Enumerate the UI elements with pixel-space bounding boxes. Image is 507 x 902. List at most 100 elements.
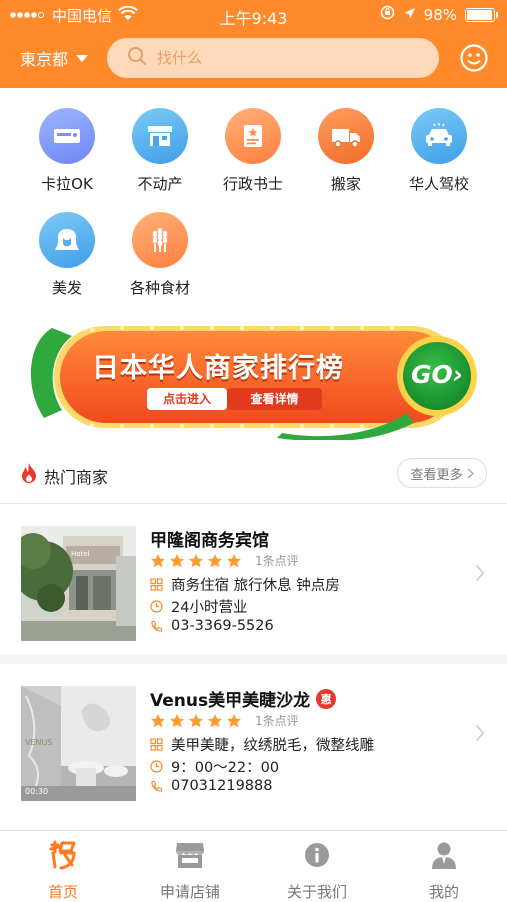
view-more-label: 查看更多 [410, 467, 463, 483]
category-admin-scrivener[interactable]: 行政书士 [208, 108, 298, 194]
status-right: 98% [380, 5, 498, 24]
fire-icon [20, 462, 38, 488]
category-label: 搬家 [330, 175, 361, 193]
bottom-tab-bar: 首页 申请店铺 关于我们 我的 [0, 830, 507, 902]
category-label: 华人驾校 [408, 175, 469, 193]
store-card[interactable]: VENUS 00:30 Venus美甲美睫沙龙 惠 1条点评 美甲美睫，纹绣脱毛… [0, 666, 507, 806]
category-label: 卡拉OK [41, 175, 93, 193]
category-karaoke[interactable]: 卡拉OK [22, 108, 112, 194]
hot-merchants-header: 热门商家 查看更多 [0, 450, 507, 496]
store-phone[interactable]: 03-3369-5526 [150, 618, 274, 634]
hot-merchants-title: 热门商家 [44, 468, 109, 487]
store-name-text: 甲隆阁商务宾馆 [150, 531, 269, 551]
shop-icon [127, 839, 253, 871]
smiley-service-button[interactable] [459, 43, 489, 73]
banner-go-button[interactable]: GO› [403, 360, 471, 389]
search-input[interactable] [157, 49, 397, 67]
store-phone-text: 07031219888 [171, 778, 273, 794]
star-icon [189, 713, 203, 727]
truck-icon [318, 108, 374, 164]
discount-badge: 惠 [316, 688, 337, 709]
star-icon [227, 713, 241, 727]
phone-icon [151, 620, 163, 632]
store-photo: Hotel [21, 526, 136, 641]
tab-profile[interactable]: 我的 [381, 839, 507, 902]
star-icon [208, 553, 222, 567]
banner-title: 日本华人商家排行榜 [92, 353, 344, 384]
banner-enter-button[interactable]: 点击进入 [147, 390, 227, 407]
star-icon [227, 553, 241, 567]
store-hours: 9：00～22：00 [150, 756, 279, 777]
city-selector[interactable]: 東京都 [20, 46, 89, 70]
chevron-right-icon [467, 468, 474, 478]
tab-label: 我的 [428, 883, 459, 901]
store-tags: 商务住宿 旅行休息 钟点房 [150, 574, 340, 595]
review-count: 1条点评 [255, 554, 299, 568]
rating-stars: 1条点评 [150, 552, 299, 569]
category-real-estate[interactable]: 不动产 [115, 108, 205, 194]
star-icon [170, 713, 184, 727]
hair-icon [39, 212, 95, 268]
category-moving[interactable]: 搬家 [301, 108, 391, 194]
rating-stars: 1条点评 [150, 712, 299, 729]
clock-icon [150, 600, 163, 613]
category-label: 行政书士 [222, 175, 283, 193]
store-phone-text: 03-3369-5526 [171, 618, 274, 634]
section-divider [0, 503, 507, 504]
status-bar: 中国电信 上午9:43 98% [0, 0, 507, 30]
tab-home[interactable]: 首页 [0, 839, 126, 902]
car-icon [411, 108, 467, 164]
tab-label: 关于我们 [286, 883, 347, 901]
review-count: 1条点评 [255, 714, 299, 728]
phone-icon [151, 780, 163, 792]
chevron-right-icon [475, 564, 485, 582]
store-hours-text: 24小时营业 [171, 600, 248, 616]
store-photo: VENUS 00:30 [21, 686, 136, 801]
rotation-lock-icon [380, 5, 395, 24]
category-food[interactable]: 各种食材 [115, 212, 205, 298]
star-icon [208, 713, 222, 727]
chevron-right-icon [475, 724, 485, 742]
store-card[interactable]: Hotel 甲隆阁商务宾馆 1条点评 商务住宿 旅行休息 钟点房 24小时营业 … [0, 506, 507, 646]
store-tags-text: 美甲美睫，纹绣脱毛，微整线雕 [171, 738, 374, 754]
star-icon [189, 553, 203, 567]
store-phone[interactable]: 07031219888 [150, 778, 272, 794]
tab-about-us[interactable]: 关于我们 [254, 839, 380, 902]
battery-percent: 98% [423, 5, 457, 24]
view-more-button[interactable]: 查看更多 [397, 458, 487, 488]
grid-icon [150, 738, 163, 751]
category-driving-school[interactable]: 华人驾校 [394, 108, 484, 194]
store-name: Venus美甲美睫沙龙 惠 [150, 686, 337, 711]
profile-icon [381, 839, 507, 871]
info-icon [254, 839, 380, 871]
tab-label: 申请店铺 [159, 883, 220, 901]
caret-down-icon [76, 54, 89, 62]
smiley-icon [460, 44, 488, 72]
star-icon [170, 553, 184, 567]
ranking-banner[interactable]: 日本华人商家排行榜 点击进入 查看详情 GO› [22, 318, 488, 442]
category-label: 不动产 [137, 175, 183, 193]
battery-icon [465, 7, 498, 22]
karaoke-icon [39, 108, 95, 164]
banner-details-button[interactable]: 查看详情 [227, 390, 322, 407]
location-icon [403, 6, 416, 24]
tab-apply-shop[interactable]: 申请店铺 [127, 839, 253, 902]
photo-timestamp: 00:30 [25, 787, 49, 796]
category-label: 各种食材 [129, 279, 190, 297]
wheat-icon [132, 212, 188, 268]
tab-label: 首页 [47, 883, 78, 901]
store-tags: 美甲美睫，纹绣脱毛，微整线雕 [150, 734, 374, 755]
grid-icon [150, 578, 163, 591]
store-icon [132, 108, 188, 164]
store-name: 甲隆阁商务宾馆 [150, 526, 269, 551]
photo-sign-text: VENUS [25, 738, 53, 747]
category-label: 美发 [51, 279, 82, 297]
category-hair[interactable]: 美发 [22, 212, 112, 298]
store-hours-text: 9：00～22：00 [171, 760, 280, 776]
search-bar[interactable] [107, 38, 439, 78]
store-tags-text: 商务住宿 旅行休息 钟点房 [171, 578, 340, 594]
store-hours: 24小时营业 [150, 596, 247, 617]
clock-icon [150, 760, 163, 773]
photo-sign-text: Hotel [71, 550, 90, 558]
app-header: 中国电信 上午9:43 98% 東京都 [0, 0, 507, 88]
